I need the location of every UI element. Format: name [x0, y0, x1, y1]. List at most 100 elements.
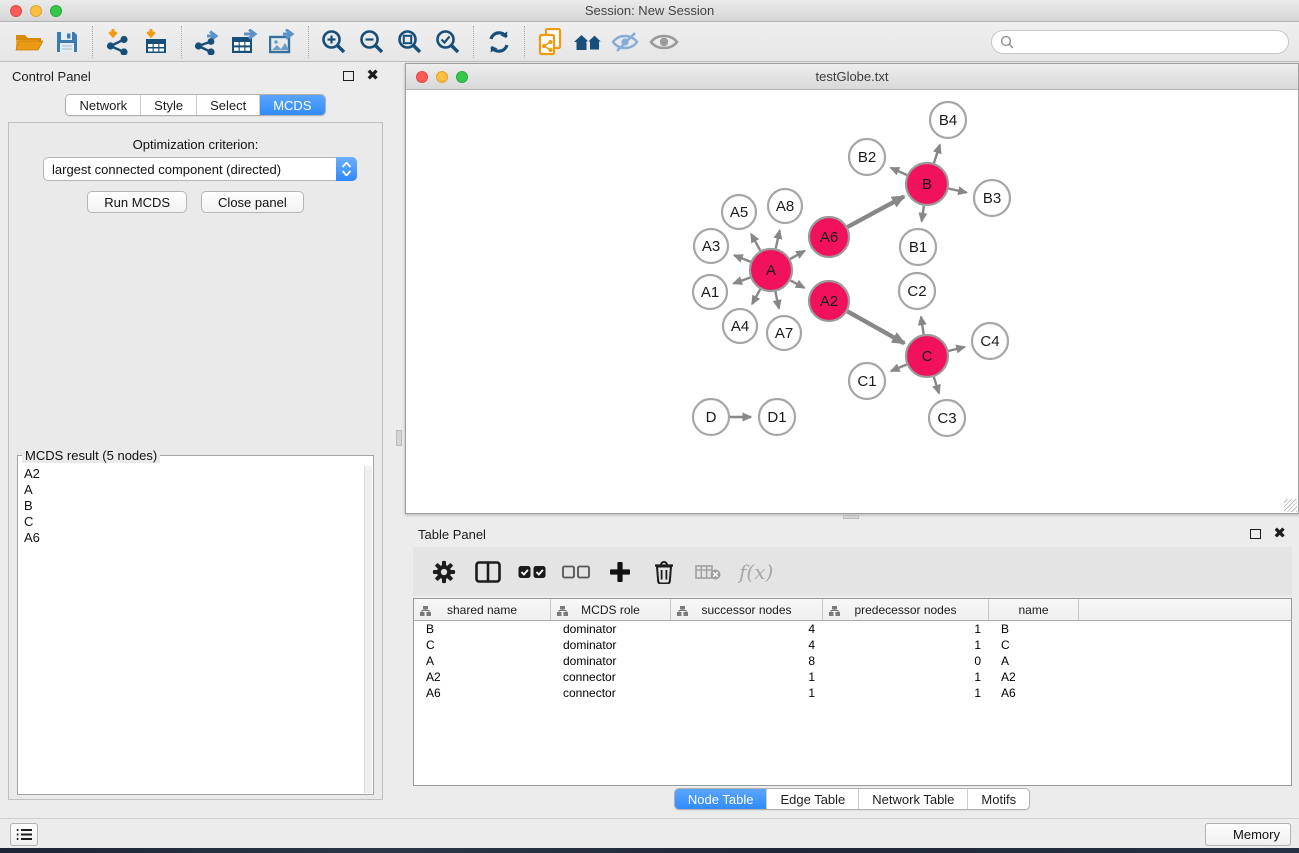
table-cell[interactable]: dominator — [551, 621, 671, 637]
table-row[interactable]: Cdominator41C — [414, 637, 1291, 653]
tab-network-table[interactable]: Network Table — [858, 789, 967, 809]
select-all-columns-icon[interactable] — [517, 557, 547, 587]
open-session-icon[interactable] — [10, 25, 48, 59]
search-field[interactable] — [991, 30, 1289, 54]
close-network-button[interactable] — [416, 71, 428, 83]
criterion-dropdown[interactable]: largest connected component (directed) — [43, 157, 357, 181]
table-cell[interactable]: B — [989, 621, 1079, 637]
zoom-network-button[interactable] — [456, 71, 468, 83]
table-row[interactable]: Adominator80A — [414, 653, 1291, 669]
table-cell[interactable]: 1 — [823, 685, 989, 701]
table-cell[interactable]: 8 — [671, 653, 823, 669]
run-mcds-button[interactable]: Run MCDS — [87, 191, 187, 213]
graph-edge-A-A3[interactable] — [734, 255, 750, 261]
table-row[interactable]: Bdominator41B — [414, 621, 1291, 637]
table-row[interactable]: A2connector11A2 — [414, 669, 1291, 685]
export-table-icon[interactable] — [226, 25, 264, 59]
memory-button[interactable]: Memory — [1205, 823, 1291, 846]
mcds-result-item[interactable]: A2 — [19, 466, 364, 482]
zoom-selected-icon[interactable] — [429, 25, 467, 59]
hide-selected-icon[interactable] — [607, 25, 645, 59]
tab-network[interactable]: Network — [66, 95, 140, 115]
close-panel-icon[interactable]: ✖ — [366, 71, 379, 81]
add-column-icon[interactable] — [605, 557, 635, 587]
table-cell[interactable]: 4 — [671, 621, 823, 637]
tab-select[interactable]: Select — [196, 95, 259, 115]
table-cell[interactable]: C — [989, 637, 1079, 653]
minimize-window-button[interactable] — [30, 5, 42, 17]
network-from-file-icon[interactable] — [531, 25, 569, 59]
scrollbar[interactable] — [364, 466, 372, 793]
zoom-out-icon[interactable] — [353, 25, 391, 59]
resize-grip-icon[interactable] — [1284, 499, 1297, 512]
table-cell[interactable]: connector — [551, 669, 671, 685]
graph-edge-A6-B[interactable] — [848, 196, 905, 227]
table-cell[interactable]: 0 — [823, 653, 989, 669]
graph-edge-B-B4[interactable] — [934, 145, 940, 163]
graph-edge-B-B2[interactable] — [891, 168, 907, 175]
graph-edge-A-A5[interactable] — [751, 234, 760, 251]
export-image-icon[interactable] — [264, 25, 302, 59]
save-session-icon[interactable] — [48, 25, 86, 59]
tab-edge-table[interactable]: Edge Table — [766, 789, 858, 809]
table-cell[interactable]: dominator — [551, 637, 671, 653]
tab-motifs[interactable]: Motifs — [967, 789, 1029, 809]
table-cell[interactable]: A6 — [989, 685, 1079, 701]
graph-edge-A-A8[interactable] — [776, 230, 780, 248]
graph-edge-A-A4[interactable] — [752, 289, 760, 304]
graph-edge-A-A1[interactable] — [734, 278, 751, 284]
zoom-window-button[interactable] — [50, 5, 62, 17]
table-cell[interactable]: 1 — [823, 621, 989, 637]
split-divider-handle[interactable] — [396, 430, 402, 446]
show-all-icon[interactable] — [645, 25, 683, 59]
table-cell[interactable]: dominator — [551, 653, 671, 669]
graph-edge-B-B1[interactable] — [922, 206, 924, 222]
task-history-button[interactable] — [10, 823, 38, 846]
column-header-name[interactable]: name — [989, 599, 1079, 620]
search-input[interactable] — [1019, 32, 1288, 52]
graph-edge-A-A7[interactable] — [775, 292, 779, 309]
table-cell[interactable]: B — [414, 621, 551, 637]
function-builder-icon[interactable]: f(x) — [737, 560, 773, 584]
table-cell[interactable]: A — [989, 653, 1079, 669]
graph-edge-C-C2[interactable] — [921, 317, 924, 335]
table-cell[interactable]: A — [414, 653, 551, 669]
graph-edge-A2-C[interactable] — [847, 311, 904, 343]
table-cell[interactable]: A2 — [989, 669, 1079, 685]
network-canvas[interactable]: B4B2BB3A5A8A6B1A3AC2A1A2A4A7C4CC1C3DD1 — [406, 90, 1298, 513]
table-row[interactable]: A6connector11A6 — [414, 685, 1291, 701]
table-cell[interactable]: 4 — [671, 637, 823, 653]
graph-edge-A-A6[interactable] — [790, 251, 805, 259]
table-cell[interactable]: connector — [551, 685, 671, 701]
mcds-result-item[interactable]: A — [19, 482, 364, 498]
column-view-icon[interactable] — [473, 557, 503, 587]
close-panel-icon[interactable]: ✖ — [1273, 529, 1286, 539]
column-header-successor-nodes[interactable]: successor nodes — [671, 599, 823, 620]
table-cell[interactable]: A2 — [414, 669, 551, 685]
graph-edge-C-C1[interactable] — [891, 365, 907, 372]
graph-edge-C-C4[interactable] — [948, 347, 964, 351]
tab-style[interactable]: Style — [140, 95, 196, 115]
float-panel-icon[interactable] — [343, 71, 354, 81]
graph-edge-C-C3[interactable] — [934, 377, 939, 393]
settings-gear-icon[interactable] — [429, 557, 459, 587]
split-divider-handle[interactable] — [843, 515, 859, 519]
float-panel-icon[interactable] — [1250, 529, 1261, 539]
delete-columns-icon[interactable] — [649, 557, 679, 587]
mcds-result-item[interactable]: B — [19, 498, 364, 514]
close-window-button[interactable] — [10, 5, 22, 17]
graph-edge-A-A2[interactable] — [790, 280, 804, 287]
table-cell[interactable]: 1 — [671, 669, 823, 685]
column-header-predecessor-nodes[interactable]: predecessor nodes — [823, 599, 989, 620]
table-cell[interactable]: C — [414, 637, 551, 653]
zoom-fit-icon[interactable] — [391, 25, 429, 59]
close-panel-button[interactable]: Close panel — [201, 191, 304, 213]
delete-table-icon[interactable] — [693, 557, 723, 587]
import-table-icon[interactable] — [137, 25, 175, 59]
refresh-icon[interactable] — [480, 25, 518, 59]
table-cell[interactable]: 1 — [671, 685, 823, 701]
zoom-in-icon[interactable] — [315, 25, 353, 59]
mcds-result-item[interactable]: A6 — [19, 530, 364, 546]
column-header-shared-name[interactable]: shared name — [414, 599, 551, 620]
column-header-MCDS-role[interactable]: MCDS role — [551, 599, 671, 620]
